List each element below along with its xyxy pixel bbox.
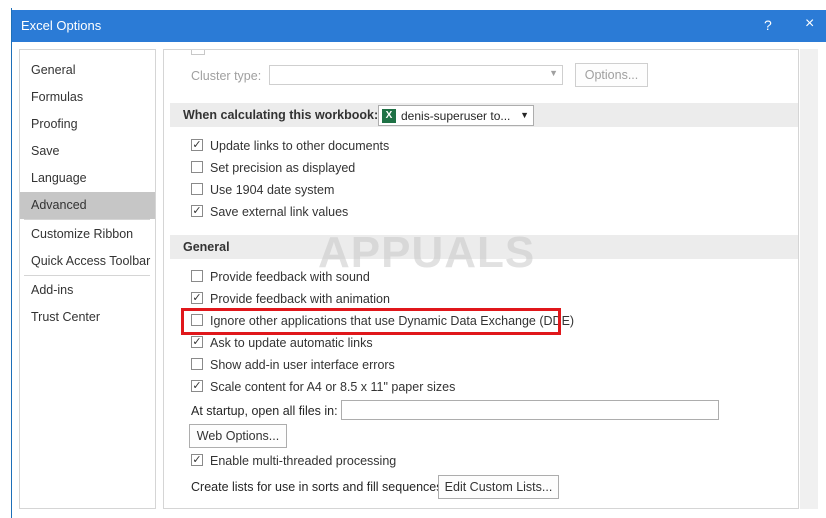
- vertical-scrollbar[interactable]: [800, 49, 818, 509]
- checkbox[interactable]: ✓: [191, 380, 203, 392]
- workbook-select-value: denis-superuser to...: [401, 109, 511, 123]
- nav-separator: [24, 219, 150, 220]
- checkbox[interactable]: [191, 183, 203, 195]
- nav-item-advanced[interactable]: Advanced: [20, 192, 155, 219]
- nav-item-trust-center[interactable]: Trust Center: [20, 304, 155, 331]
- nav-item-formulas[interactable]: Formulas: [20, 84, 155, 111]
- close-icon[interactable]: ×: [805, 15, 814, 33]
- checkbox[interactable]: ✓: [191, 336, 203, 348]
- window-title: Excel Options: [21, 18, 102, 33]
- options-nav: General Formulas Proofing Save Language …: [19, 49, 156, 509]
- title-bar: Excel Options ? ×: [12, 10, 826, 42]
- startup-folder-input[interactable]: [341, 400, 719, 420]
- checkbox[interactable]: [191, 358, 203, 370]
- checkbox[interactable]: [191, 161, 203, 173]
- chevron-down-icon: ▼: [549, 68, 558, 78]
- checkbox[interactable]: ✓: [191, 139, 203, 151]
- web-options-button[interactable]: Web Options...: [189, 424, 287, 448]
- nav-separator: [24, 275, 150, 276]
- cluster-type-label: Cluster type:: [191, 69, 262, 83]
- options-content: Cluster type: ▼ Options... When calculat…: [163, 49, 799, 509]
- cluster-type-select: ▼: [269, 65, 563, 85]
- nav-item-quick-access-toolbar[interactable]: Quick Access Toolbar: [20, 248, 155, 275]
- excel-icon: X: [382, 109, 396, 123]
- nav-item-save[interactable]: Save: [20, 138, 155, 165]
- nav-item-customize-ribbon[interactable]: Customize Ribbon: [20, 221, 155, 248]
- checkbox[interactable]: ✓: [191, 205, 203, 217]
- nav-item-general[interactable]: General: [20, 57, 155, 84]
- checkbox[interactable]: [191, 270, 203, 282]
- cluster-options-button: Options...: [575, 63, 648, 87]
- clipped-checkbox: [191, 50, 205, 55]
- workbook-select[interactable]: X denis-superuser to... ▼: [378, 105, 534, 126]
- workbook-section-title: When calculating this workbook:: [183, 108, 379, 122]
- help-icon[interactable]: ?: [764, 17, 772, 33]
- nav-item-add-ins[interactable]: Add-ins: [20, 277, 155, 304]
- chevron-down-icon: ▼: [520, 110, 529, 120]
- nav-item-proofing[interactable]: Proofing: [20, 111, 155, 138]
- highlight-box: [181, 308, 561, 335]
- checkbox[interactable]: ✓: [191, 454, 203, 466]
- edit-custom-lists-button[interactable]: Edit Custom Lists...: [438, 475, 559, 499]
- checkbox[interactable]: ✓: [191, 292, 203, 304]
- custom-lists-label: Create lists for use in sorts and fill s…: [191, 480, 446, 494]
- dialog-body: General Formulas Proofing Save Language …: [12, 42, 826, 518]
- nav-item-language[interactable]: Language: [20, 165, 155, 192]
- startup-folder-label: At startup, open all files in:: [191, 404, 338, 418]
